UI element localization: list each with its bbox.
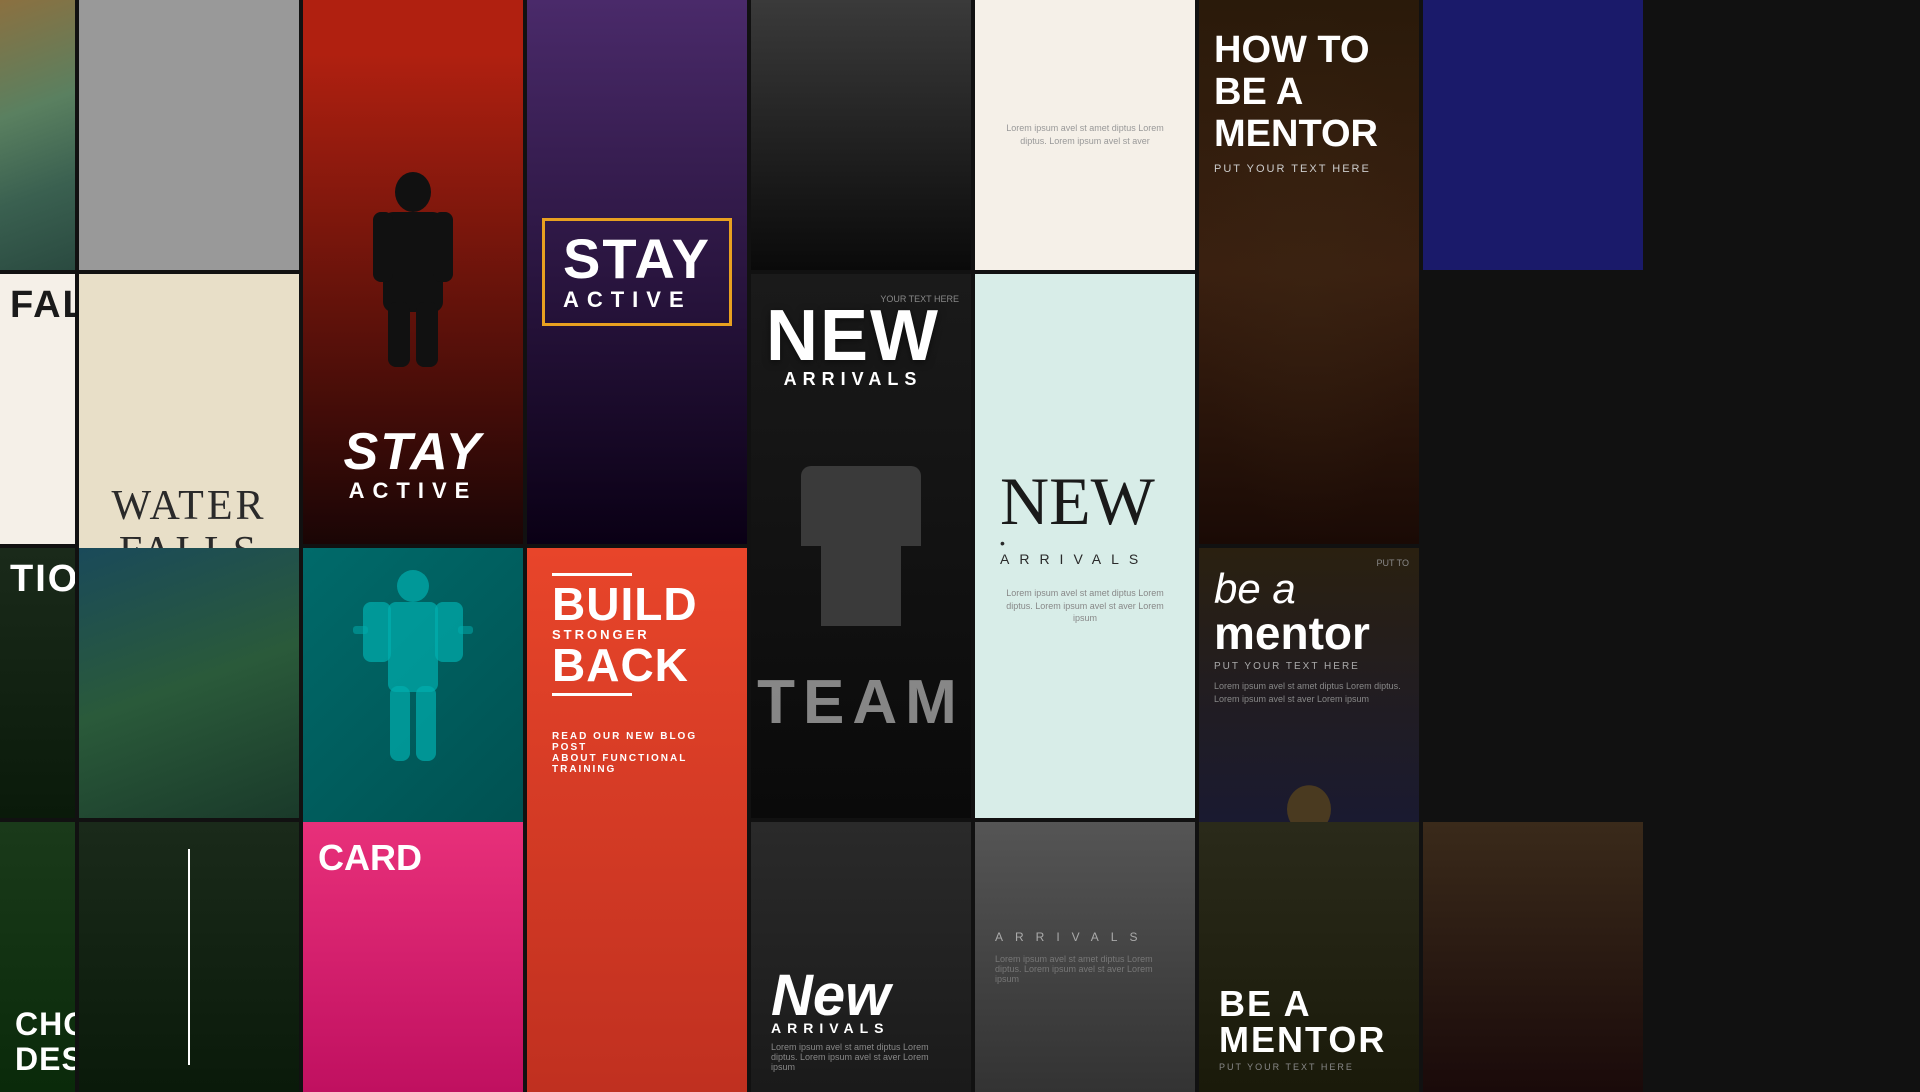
- new-elegant: NEW: [1000, 467, 1170, 535]
- water-title: WATER: [112, 483, 267, 529]
- mentor-text: mentor: [1214, 607, 1370, 659]
- arrivals-bottom: ARRIVALS: [771, 1020, 951, 1036]
- tion-text: TION: [10, 558, 65, 601]
- build-red-title: BUILD: [552, 581, 722, 627]
- card-how-mentor[interactable]: HOW TO BE A MENTOR PUT YOUR TEXT HERE: [1199, 0, 1419, 544]
- card-blue-right[interactable]: [1423, 0, 1643, 270]
- back-red-title: BACK: [552, 642, 722, 688]
- active-sub: ACTIVE: [318, 478, 508, 504]
- new-script: New: [771, 971, 951, 1020]
- person-silhouette-icon: [353, 172, 473, 372]
- lorem-gray: Lorem ipsum avel st amet diptus Lorem di…: [995, 954, 1175, 984]
- card-new-arrivals-light[interactable]: NEW • ARRIVALS Lorem ipsum avel st amet …: [975, 274, 1195, 818]
- active-box-sub: ACTIVE: [563, 287, 711, 313]
- card-aerial-landscape[interactable]: [0, 0, 75, 270]
- stay-box-title: STAY: [563, 231, 711, 287]
- put-text-here: PUT YOUR TEXT HERE: [1214, 163, 1404, 175]
- arrivals-sub: ARRIVALS: [766, 369, 940, 390]
- divider-line: [188, 849, 190, 1065]
- card-stay-active-dark[interactable]: STAY ACTIVE: [303, 0, 523, 544]
- lorem-text: Lorem ipsum avel st amet diptus Lorem di…: [975, 102, 1195, 169]
- card-dark-city[interactable]: [751, 0, 971, 270]
- lorem-elegant: Lorem ipsum avel st amet diptus Lorem di…: [1000, 587, 1170, 625]
- arrivals-spaced: ARRIVALS: [995, 930, 1175, 944]
- card-build-back-red[interactable]: BUILD STRONGER BACK READ OUR NEW BLOG PO…: [527, 548, 747, 1092]
- be-mentor-bottom: BE A MENTOR: [1219, 986, 1399, 1058]
- arrivals-elegant: • ARRIVALS: [1000, 535, 1170, 567]
- card-dark-mentor2[interactable]: [1423, 822, 1643, 1092]
- be-a: be a: [1214, 565, 1296, 612]
- card-choose-dest[interactable]: CHOOSE DESTINATION: [0, 822, 75, 1092]
- card-stay-active-box[interactable]: STAY ACTIVE: [527, 0, 747, 544]
- stay-title: STAY: [318, 426, 508, 478]
- card-be-mentor-bottom[interactable]: BE A MENTOR PUT YOUR TEXT HERE: [1199, 822, 1419, 1092]
- card-tion-partial[interactable]: TION: [0, 548, 75, 818]
- lorem-bottom: Lorem ipsum avel st amet diptus Lorem di…: [771, 1042, 951, 1072]
- card-arrivals-gray[interactable]: ARRIVALS Lorem ipsum avel st amet diptus…: [975, 822, 1195, 1092]
- lorem-mentor: Lorem ipsum avel st amet diptus Lorem di…: [1214, 680, 1404, 705]
- card-text: CARD: [318, 837, 508, 879]
- put-text-mentor: PUT YOUR TEXT HERE: [1214, 661, 1404, 672]
- read-blog-red: READ OUR NEW BLOG POST: [552, 731, 722, 753]
- new-big: NEW: [766, 304, 940, 369]
- card-pink-bright[interactable]: CARD: [303, 822, 523, 1092]
- card-new-arrivals-dark[interactable]: New ARRIVALS Lorem ipsum avel st amet di…: [751, 822, 971, 1092]
- card-falls-partial[interactable]: FALLS: [0, 274, 75, 544]
- card-landscape-bottom[interactable]: [79, 548, 299, 818]
- fitness-silhouette-icon: [348, 568, 478, 768]
- choose-dest-text: CHOOSE DESTINATION: [15, 1007, 60, 1077]
- be-mentor-text: be a mentor: [1214, 568, 1404, 656]
- card-new-arrivals-photo[interactable]: TEAM YOUR TEXT HERE NEW ARRIVALS: [751, 274, 971, 818]
- put-text-right: PUT TO: [1376, 558, 1409, 568]
- card-lorem-light[interactable]: Lorem ipsum avel st amet diptus Lorem di…: [975, 0, 1195, 270]
- how-mentor-title: HOW TO BE A MENTOR: [1214, 30, 1404, 155]
- stay-box: STAY ACTIVE: [542, 218, 732, 326]
- main-grid: STAY ACTIVE STAY ACTIVE Lorem ipsum avel…: [0, 0, 1920, 1080]
- falls-text: FALLS: [10, 284, 65, 327]
- team-text: TEAM: [751, 667, 971, 738]
- about-functional-red: ABOUT FUNCTIONAL TRAINING: [552, 753, 722, 775]
- put-text-bottom: PUT YOUR TEXT HERE: [1219, 1062, 1399, 1072]
- card-gray-blank[interactable]: [79, 0, 299, 270]
- card-dark-choose2[interactable]: [79, 822, 299, 1092]
